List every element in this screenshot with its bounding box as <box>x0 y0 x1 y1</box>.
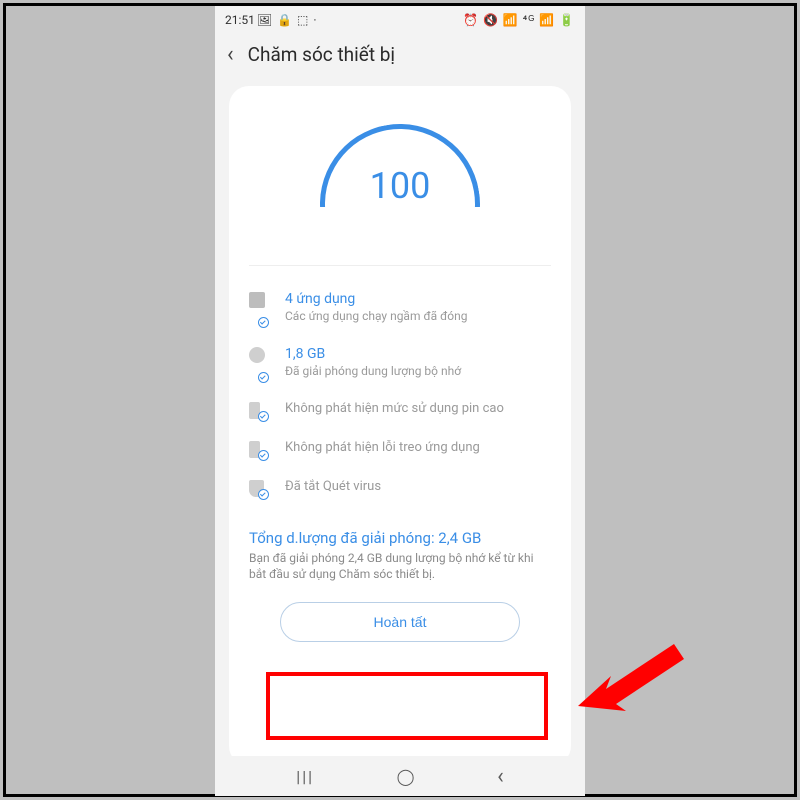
back-icon[interactable]: ‹ <box>227 42 234 67</box>
status-time: 21:51 <box>225 13 255 27</box>
result-item-battery: Không phát hiện mức sử dụng pin cao <box>249 390 551 429</box>
item-sub: Đã tắt Quét virus <box>285 479 551 496</box>
chip-icon <box>249 290 271 325</box>
result-item-crash: Không phát hiện lỗi treo ứng dụng <box>249 429 551 468</box>
summary: Tổng d.lượng đã giải phóng: 2,4 GB Bạn đ… <box>249 529 551 582</box>
app-header: ‹ Chăm sóc thiết bị <box>215 30 585 78</box>
status-right: ⏰ 🔇 📶 ⁴ᴳ 📶 🔋 <box>463 13 575 27</box>
optimization-card: 100 4 ứng dụng Các ứng dụng chạy ngầm đã… <box>229 86 571 766</box>
battery-icon <box>249 400 271 419</box>
score-gauge: 100 <box>249 104 551 207</box>
summary-sub: Bạn đã giải phóng 2,4 GB dung lượng bộ n… <box>249 550 551 582</box>
system-nav-bar: ||| ◯ ‹ <box>215 756 585 796</box>
gauge-score: 100 <box>320 165 480 207</box>
phone-screen: 21:51 🖼 🔒 ⬚ · ⏰ 🔇 📶 ⁴ᴳ 📶 🔋 ‹ Chăm sóc th… <box>215 6 585 796</box>
status-left: 21:51 🖼 🔒 ⬚ · <box>225 13 317 27</box>
done-button[interactable]: Hoàn tất <box>280 602 520 642</box>
item-sub: Không phát hiện mức sử dụng pin cao <box>285 401 551 418</box>
back-nav-icon[interactable]: ‹ <box>497 764 504 789</box>
item-sub: Đã giải phóng dung lượng bộ nhớ <box>285 364 551 380</box>
item-title: 4 ứng dụng <box>285 290 551 308</box>
result-item-virus: Đã tắt Quét virus <box>249 468 551 507</box>
status-right-icons: ⏰ 🔇 📶 ⁴ᴳ 📶 🔋 <box>463 13 575 27</box>
divider <box>249 265 551 266</box>
storage-icon <box>249 345 271 380</box>
item-sub: Không phát hiện lỗi treo ứng dụng <box>285 440 551 457</box>
item-sub: Các ứng dụng chạy ngầm đã đóng <box>285 309 551 325</box>
status-bar: 21:51 🖼 🔒 ⬚ · ⏰ 🔇 📶 ⁴ᴳ 📶 🔋 <box>215 6 585 30</box>
page-title: Chăm sóc thiết bị <box>248 43 395 66</box>
result-item-apps: 4 ứng dụng Các ứng dụng chạy ngầm đã đón… <box>249 280 551 335</box>
result-item-storage: 1,8 GB Đã giải phóng dung lượng bộ nhớ <box>249 335 551 390</box>
item-title: 1,8 GB <box>285 345 551 363</box>
summary-title: Tổng d.lượng đã giải phóng: 2,4 GB <box>249 529 551 547</box>
battery-icon <box>249 439 271 458</box>
shield-icon <box>249 478 271 497</box>
recents-icon[interactable]: ||| <box>296 767 314 786</box>
home-icon[interactable]: ◯ <box>397 767 415 786</box>
status-left-icons: 🖼 🔒 ⬚ · <box>257 13 318 27</box>
